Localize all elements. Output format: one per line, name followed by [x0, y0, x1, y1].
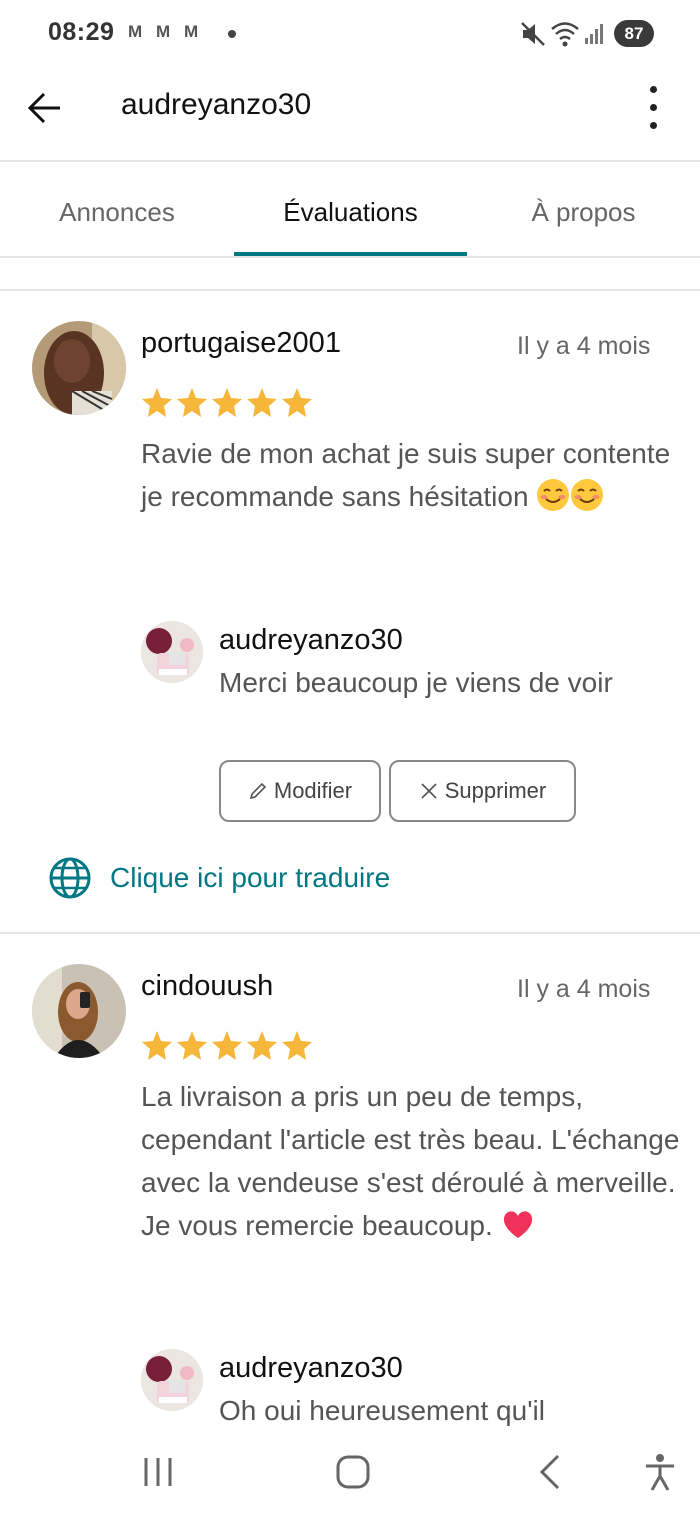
star-icon [177, 388, 207, 417]
tab-evaluations[interactable]: Évaluations [234, 163, 467, 258]
back-button[interactable] [24, 86, 68, 130]
battery-icon: 87 [614, 20, 654, 47]
wifi-icon [551, 22, 579, 47]
close-icon [421, 783, 437, 799]
more-vertical-icon [650, 86, 657, 93]
review-text: La livraison a pris un peu de temps, cep… [141, 1081, 680, 1241]
accessibility-icon[interactable] [642, 1452, 678, 1492]
pencil-icon [249, 782, 267, 800]
reply-username[interactable]: audreyanzo30 [219, 1352, 403, 1385]
delete-reply-button[interactable]: Supprimer [389, 760, 576, 822]
review-text: Ravie de mon achat je suis super content… [141, 438, 671, 512]
avatar[interactable] [32, 964, 126, 1058]
gmail-icon: M [128, 22, 143, 41]
star-rating [141, 1030, 319, 1064]
home-icon[interactable] [334, 1452, 372, 1492]
star-rating [141, 387, 319, 421]
review-time: Il y a 4 mois [517, 975, 651, 1003]
smiling-face-emoji [537, 479, 570, 511]
star-icon [247, 1031, 277, 1060]
avatar[interactable] [141, 621, 203, 683]
reply-text: Merci beaucoup je viens de voir [219, 667, 613, 698]
recent-apps-icon[interactable] [140, 1452, 176, 1492]
gmail-icon: M [156, 22, 171, 41]
status-time: 08:29 [48, 18, 115, 46]
back-icon[interactable] [532, 1452, 568, 1492]
arrow-left-icon [27, 92, 60, 124]
star-icon [142, 388, 172, 417]
reply-username[interactable]: audreyanzo30 [219, 624, 403, 657]
avatar[interactable] [32, 321, 126, 415]
review-time: Il y a 4 mois [517, 332, 651, 360]
profile-tabs: Annonces Évaluations À propos [0, 163, 700, 258]
star-icon [142, 1031, 172, 1060]
review-username[interactable]: portugaise2001 [141, 327, 341, 360]
reply-text: Oh oui heureusement qu'il [219, 1395, 545, 1426]
app-bar: audreyanzo30 [0, 68, 700, 162]
star-icon [247, 388, 277, 417]
user-photo [32, 964, 126, 1058]
gmail-icon: M [184, 22, 199, 41]
divider [0, 932, 700, 934]
notification-dot-icon [228, 30, 236, 38]
globe-icon [49, 857, 91, 899]
translate-link[interactable]: Clique ici pour traduire [48, 855, 390, 901]
system-nav-bar [0, 1432, 700, 1517]
active-tab-indicator [234, 252, 467, 256]
star-icon [212, 388, 242, 417]
mute-icon [521, 22, 545, 46]
star-icon [282, 388, 312, 417]
star-icon [282, 1031, 312, 1060]
star-icon [212, 1031, 242, 1060]
smiling-face-emoji [571, 479, 604, 511]
tab-a-propos[interactable]: À propos [467, 163, 700, 258]
seller-photo [141, 1349, 203, 1411]
red-heart-emoji [503, 1211, 532, 1238]
review-username[interactable]: cindouush [141, 970, 273, 1003]
edit-reply-button[interactable]: Modifier [219, 760, 381, 822]
seller-photo [141, 621, 203, 683]
more-options-button[interactable] [636, 84, 670, 132]
tab-annonces[interactable]: Annonces [0, 163, 234, 258]
signal-icon [585, 24, 603, 44]
avatar[interactable] [141, 1349, 203, 1411]
status-bar: 08:29 M M M 87 [0, 0, 700, 68]
translate-label: Clique ici pour traduire [110, 862, 391, 893]
page-title: audreyanzo30 [121, 88, 312, 121]
user-photo [32, 321, 126, 415]
star-icon [177, 1031, 207, 1060]
divider [0, 289, 700, 291]
